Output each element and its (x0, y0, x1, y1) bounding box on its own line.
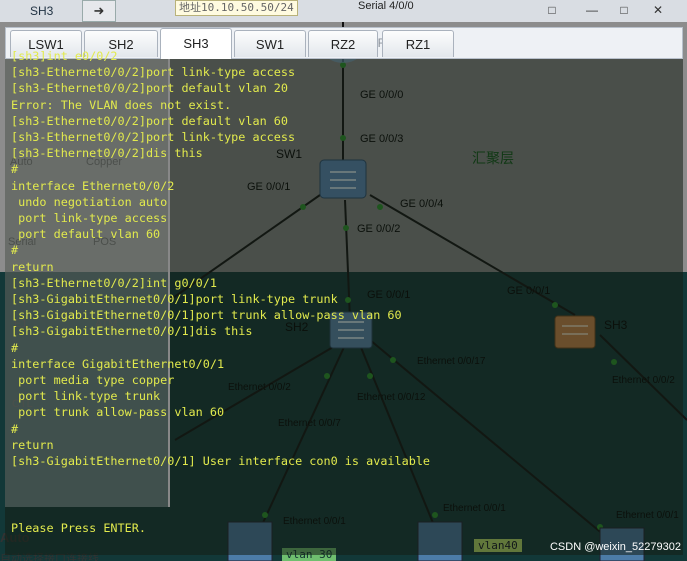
terminal-line: [sh3-Ethernet0/0/2]int g0/0/1 (11, 275, 217, 290)
terminal-line: [sh3-Ethernet0/0/2]port default vlan 60 (11, 113, 288, 128)
close-icon[interactable]: ✕ (646, 2, 670, 18)
terminal-line: port link-type access (11, 211, 168, 226)
palette-bottom-hint: 自动选择接口连接线 (0, 553, 99, 561)
terminal-line: return (11, 437, 54, 452)
terminal-line: [sh3-Ethernet0/0/2]dis this (11, 146, 203, 161)
terminal-line: # (11, 243, 19, 258)
terminal-footer: Please Press ENTER. (11, 521, 146, 535)
vlan-tag: vlan40 (474, 539, 522, 552)
terminal-line: port media type copper (11, 373, 175, 388)
terminal-line: interface Ethernet0/0/2 (11, 178, 175, 193)
window-title-bar: SH3 ➜ 地址10.10.50.50/24 Serial 4/0/0 □ — … (0, 0, 687, 22)
terminal-line: [sh3-Ethernet0/0/2]port link-type access (11, 130, 296, 145)
port-label: Ethernet 0/0/1 (443, 503, 506, 514)
terminal-line: interface GigabitEthernet0/0/1 (11, 356, 225, 371)
arrow-right-icon: ➜ (93, 3, 105, 18)
terminal-line: return (11, 259, 54, 274)
minimize-icon[interactable]: — (580, 2, 604, 18)
address-label: 地址10.10.50.50/24 (175, 0, 298, 16)
terminal-line: # (11, 340, 19, 355)
terminal-line: [sh3-GigabitEthernet0/0/1]port trunk all… (11, 308, 402, 323)
terminal-line: [sh3]int e0/0/2 (11, 49, 118, 63)
terminal-line: # (11, 421, 19, 436)
forward-arrow-button[interactable]: ➜ (82, 0, 116, 22)
terminal-line: port default vlan 60 (11, 227, 161, 242)
terminal-line: # (11, 162, 19, 177)
terminal-line: [sh3-GigabitEthernet0/0/1]port link-type… (11, 292, 338, 307)
serial-port-label: Serial 4/0/0 (358, 0, 414, 12)
terminal-line: port link-type trunk (11, 389, 161, 404)
port-label: Ethernet 0/0/1 (283, 516, 346, 527)
port-label: Ethernet 0/0/1 (616, 510, 679, 521)
terminal-line: [sh3-GigabitEthernet0/0/1] User interfac… (11, 454, 431, 469)
vlan-tag: vlan 30 (282, 548, 337, 561)
watermark: CSDN @weixin_52279302 (549, 541, 681, 553)
terminal-line: [sh3-GigabitEthernet0/0/1]dis this (11, 324, 253, 339)
terminal-line: [sh3-Ethernet0/0/2]port link-type access (11, 65, 296, 80)
window-title: SH3 (30, 4, 54, 18)
restore-icon[interactable]: □ (540, 2, 564, 18)
terminal-line: undo negotiation auto (11, 194, 168, 209)
terminal-line: Error: The VLAN does not exist. (11, 97, 232, 112)
maximize-icon[interactable]: □ (612, 2, 636, 18)
terminal-line: port trunk allow-pass vlan 60 (11, 405, 225, 420)
terminal-output[interactable]: [sh3]int e0/0/2 [sh3-Ethernet0/0/2]port l… (11, 48, 683, 469)
terminal-line: [sh3-Ethernet0/0/2]port default vlan 20 (11, 81, 288, 96)
